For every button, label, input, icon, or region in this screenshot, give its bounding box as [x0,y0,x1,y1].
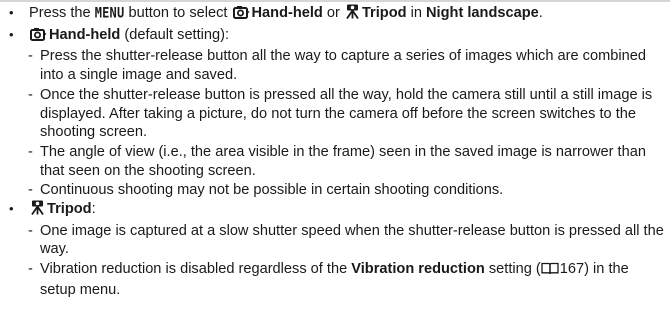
vibration-reduction-label: Vibration reduction [351,261,485,278]
document-body: • Press the MENU button to select Hand-h… [8,4,666,300]
hand-held-item: - Continuous shooting may not be possible… [28,182,504,199]
book-reference-icon [541,262,559,281]
text: . [538,5,543,21]
bullet-select-mode: • Press the MENU button to select Hand-h… [8,4,666,25]
bullet-dot: • [9,26,14,42]
tripod-label: Tripod [361,5,407,21]
bullet-dot: • [9,201,14,217]
tripod-heading-suffix: : [91,201,96,218]
item-text: setting ( [484,261,541,278]
menu-button-label: MENU [94,4,125,21]
bullet-hand-held: • Hand-held (default setting): [8,26,666,47]
tripod-item: - Vibration reduction is disabled regardl… [28,261,629,298]
text: in [406,5,427,21]
text: button to select [124,5,232,21]
item-text: One image is captured at a slow shutter … [40,222,664,258]
hand-held-heading-suffix: (default setting): [120,26,230,43]
tripod-heading: Tripod [47,201,92,218]
tripod-icon [30,200,45,221]
item-text: The angle of view (i.e., the area visibl… [40,143,646,179]
hand-held-heading: Hand-held [49,26,121,43]
item-text: Continuous shooting may not be possible … [40,182,504,199]
item-text: Press the shutter-release button all the… [40,48,646,84]
night-landscape-label: Night landscape [426,5,539,21]
bullet-tripod: • Tripod: [8,200,666,221]
text: Press the [29,5,95,21]
hand-held-item: - Once the shutter-release button is pres… [28,86,653,141]
hand-held-label: Hand-held [251,5,323,21]
text: or [322,5,344,21]
item-text: Once the shutter-release button is press… [40,86,653,141]
page-reference[interactable]: 167 [560,261,584,277]
bullet-dot: • [9,5,14,20]
hand-held-item: - The angle of view (i.e., the area visib… [28,143,646,179]
hand-held-camera-icon [30,27,47,47]
tripod-icon [345,4,360,25]
tripod-item: - One image is captured at a slow shutter… [28,222,664,258]
hand-held-camera-icon [232,5,250,25]
hand-held-item: - Press the shutter-release button all th… [28,48,646,84]
item-text: Vibration reduction is disabled regardle… [40,261,352,278]
